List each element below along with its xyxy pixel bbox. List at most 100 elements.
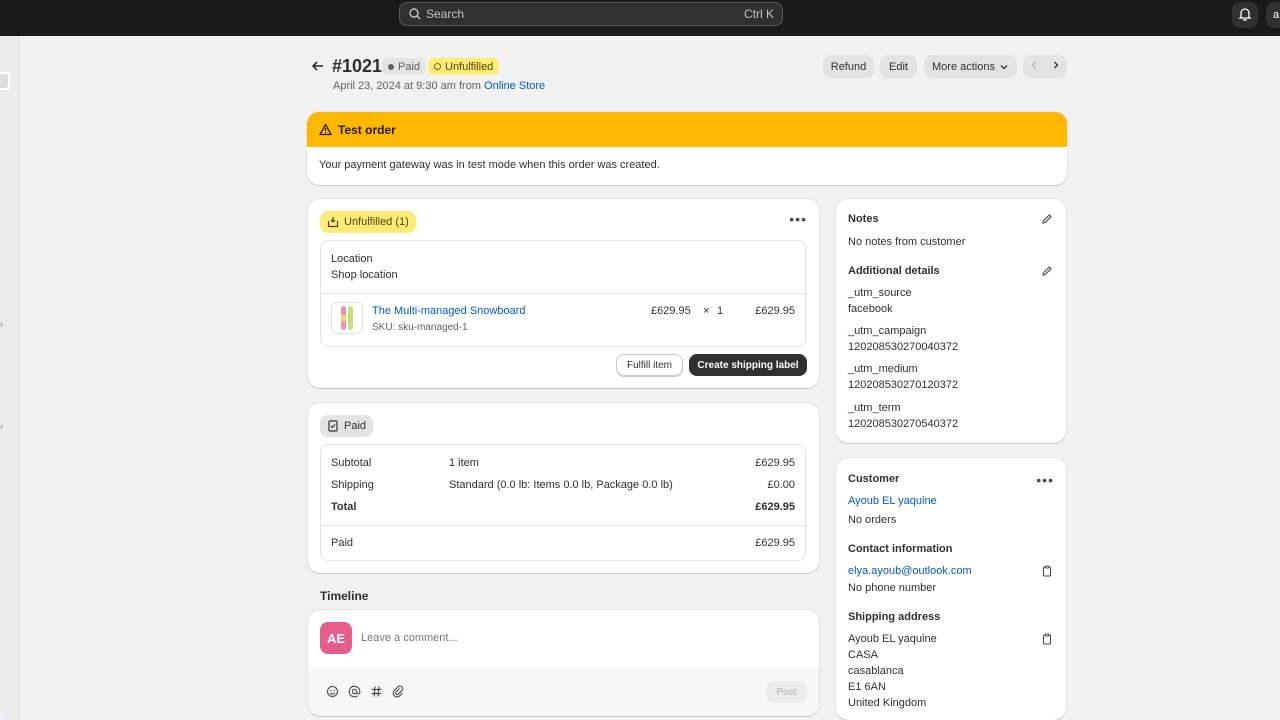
fulfillment-details: Location Shop location The Multi-managed… [320, 240, 806, 347]
payment-status-label: Paid [398, 60, 421, 73]
comment-toolbar [308, 667, 819, 716]
search-placeholder: Search [426, 7, 465, 21]
arrow-left-icon [311, 59, 325, 76]
unfulfilled-badge: Unfulfilled (1) [320, 211, 416, 233]
customer-phone: No phone number [848, 582, 937, 594]
post-button[interactable]: Post [766, 681, 807, 703]
order-date: April 23, 2024 at 9:30 am from [333, 80, 485, 92]
detail-key: _utm_source [848, 287, 912, 299]
paid-label: Paid [344, 420, 367, 432]
more-horizontal-icon[interactable]: ••• [1036, 473, 1054, 487]
address-line: CASA [848, 649, 878, 661]
test-order-banner: Test order Your payment gateway was in t… [307, 112, 1067, 185]
attachment-icon[interactable] [391, 684, 405, 698]
sidebar-edge: › › [0, 36, 20, 720]
payment-card: Paid Subtotal 1 item £629.95 Shipping St… [308, 403, 819, 573]
previous-order-icon[interactable] [1029, 60, 1039, 73]
shipping-label: Shipping [331, 479, 374, 491]
test-order-header: Test order [307, 112, 1067, 147]
customer-card: Customer ••• Ayoub EL yaquine No orders … [836, 458, 1066, 720]
copy-icon[interactable] [1040, 632, 1054, 646]
refund-button[interactable]: Refund [823, 55, 874, 78]
total-label: Total [331, 501, 357, 513]
sidebar-selected-indicator [0, 712, 4, 720]
payment-status-badge: Paid [382, 58, 427, 75]
shipping-address-title: Shipping address [848, 611, 941, 623]
fulfill-item-button[interactable]: Fulfill item [616, 354, 683, 376]
timeline-title: Timeline [320, 589, 369, 603]
total-value: £629.95 [755, 501, 795, 513]
receipt-check-icon [327, 420, 339, 432]
back-button[interactable] [309, 58, 327, 76]
address-line: casablanca [848, 665, 904, 677]
mention-icon[interactable] [347, 684, 361, 698]
product-sku: SKU: sku-managed-1 [372, 322, 468, 333]
notes-title: Notes [848, 213, 879, 225]
location-value: Shop location [331, 269, 398, 281]
order-pager [1023, 55, 1067, 78]
shipping-desc: Standard (0.0 lb: Items 0.0 lb, Package … [449, 479, 673, 491]
subtotal-value: £629.95 [755, 457, 795, 469]
product-total: £629.95 [755, 305, 795, 317]
channel-link[interactable]: Online Store [484, 80, 545, 92]
order-meta: April 23, 2024 at 9:30 am from Online St… [333, 80, 545, 92]
multiply-sign: × [703, 305, 710, 317]
paid-row-label: Paid [331, 537, 354, 549]
notes-card: Notes No notes from customer Additional … [836, 199, 1066, 443]
customer-email-link[interactable]: elya.ayoub@outlook.com [848, 565, 972, 577]
detail-key: _utm_term [848, 402, 901, 414]
store-avatar[interactable]: a [1266, 2, 1280, 28]
edit-button[interactable]: Edit [880, 55, 917, 78]
address-line: United Kingdom [848, 697, 927, 709]
edit-notes-icon[interactable] [1040, 212, 1054, 226]
hashtag-icon[interactable] [369, 684, 383, 698]
divider [321, 525, 805, 526]
location-label: Location [331, 253, 373, 265]
chevron-right-icon[interactable]: › [0, 319, 3, 329]
unfulfilled-label: Unfulfilled (1) [344, 216, 409, 228]
search-bar[interactable]: Search Ctrl K [399, 2, 783, 26]
subtotal-label: Subtotal [331, 457, 372, 469]
notifications-button[interactable] [1232, 2, 1258, 28]
customer-name-link[interactable]: Ayoub EL yaquine [848, 495, 937, 507]
create-shipping-label-button[interactable]: Create shipping label [689, 354, 807, 376]
more-actions-button[interactable]: More actions [924, 55, 1017, 78]
edit-details-icon[interactable] [1040, 264, 1054, 278]
search-shortcut: Ctrl K [744, 7, 774, 21]
test-order-title: Test order [338, 122, 396, 137]
customer-title: Customer [848, 473, 900, 485]
next-order-icon[interactable] [1051, 60, 1061, 73]
detail-key: _utm_medium [848, 363, 918, 375]
sidebar-icon[interactable] [0, 72, 10, 90]
paid-row-value: £629.95 [755, 537, 795, 549]
address-line: E1 6AN [848, 681, 886, 693]
detail-key: _utm_campaign [848, 325, 927, 337]
fulfillment-status-badge: Unfulfilled [428, 58, 500, 75]
detail-value: 120208530270040372 [848, 341, 959, 353]
timeline-comment-card: AE Post [308, 610, 819, 716]
chevron-right-icon[interactable]: › [0, 421, 3, 431]
page-title: #1021 [332, 56, 383, 76]
product-link[interactable]: The Multi-managed Snowboard [372, 305, 525, 317]
product-thumbnail[interactable] [331, 302, 363, 334]
shipping-value: £0.00 [767, 479, 795, 491]
avatar: AE [320, 622, 352, 654]
detail-value: 120208530270120372 [848, 379, 959, 391]
copy-icon[interactable] [1040, 564, 1054, 578]
more-horizontal-icon[interactable]: ••• [789, 212, 807, 226]
dot-icon [388, 63, 394, 70]
subtotal-desc: 1 item [449, 457, 479, 469]
top-bar: Search Ctrl K a [0, 0, 1280, 36]
payment-summary: Subtotal 1 item £629.95 Shipping Standar… [320, 444, 806, 561]
comment-input[interactable] [361, 632, 761, 644]
address-line: Ayoub EL yaquine [848, 633, 937, 645]
additional-details-title: Additional details [848, 265, 940, 277]
more-actions-label: More actions [932, 60, 995, 73]
notes-value: No notes from customer [848, 236, 966, 248]
warning-icon [319, 123, 332, 136]
chevron-down-icon [999, 62, 1009, 72]
product-price: £629.95 [651, 305, 691, 317]
detail-value: 120208530270540372 [848, 418, 959, 430]
test-order-message: Your payment gateway was in test mode wh… [319, 159, 660, 171]
emoji-icon[interactable] [325, 684, 339, 698]
